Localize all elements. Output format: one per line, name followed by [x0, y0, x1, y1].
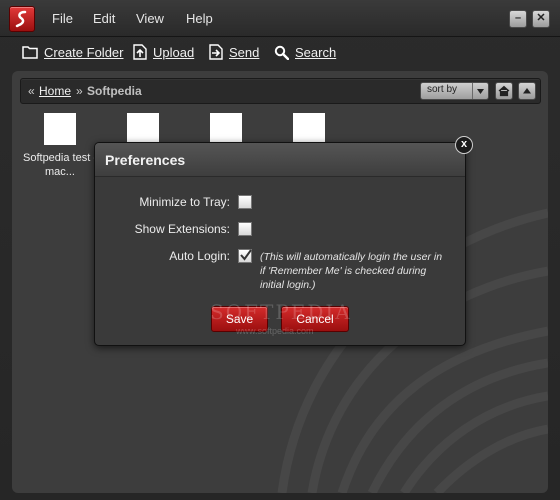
toolbar: Create Folder Upload Send Search: [0, 37, 560, 67]
folder-icon: [22, 46, 38, 59]
create-folder-button[interactable]: Create Folder: [22, 43, 123, 61]
close-icon: x: [460, 138, 468, 150]
show-extensions-checkbox[interactable]: [238, 222, 252, 236]
arrow-up-icon: [523, 88, 531, 94]
menu-edit[interactable]: Edit: [93, 11, 115, 26]
minimize-button[interactable]: –: [509, 10, 527, 28]
home-button[interactable]: [495, 82, 513, 100]
chevron-down-icon: [472, 83, 488, 99]
upload-label: Upload: [153, 44, 195, 60]
show-extensions-label: Show Extensions:: [134, 222, 230, 236]
cancel-button[interactable]: Cancel: [281, 306, 349, 332]
file-thumbnail: [44, 113, 76, 145]
dialog-header: Preferences: [95, 143, 465, 177]
search-label: Search: [295, 44, 337, 60]
menu-file[interactable]: File: [52, 11, 73, 26]
send-label: Send: [229, 44, 260, 60]
upload-icon: [133, 44, 147, 60]
dialog-close-button[interactable]: x: [455, 136, 473, 154]
breadcrumb: « Home » Softpedia sort by: [20, 78, 541, 104]
home-icon: [498, 85, 510, 97]
close-icon: ✕: [536, 12, 546, 24]
file-thumbnail: [127, 113, 159, 145]
auto-login-checkbox[interactable]: [238, 249, 252, 263]
menu-view[interactable]: View: [136, 11, 164, 26]
close-window-button[interactable]: ✕: [532, 10, 550, 28]
save-button[interactable]: Save: [211, 306, 268, 332]
send-button[interactable]: Send: [209, 43, 259, 61]
minimize-to-tray-label: Minimize to Tray:: [139, 195, 230, 209]
file-thumbnail: [210, 113, 242, 145]
breadcrumb-current: Softpedia: [87, 84, 142, 98]
dialog-title: Preferences: [105, 152, 186, 168]
upload-button[interactable]: Upload: [133, 43, 194, 61]
app-logo-icon: [9, 6, 35, 32]
create-folder-label: Create Folder: [44, 44, 124, 60]
send-icon: [209, 44, 223, 60]
file-thumbnail: [293, 113, 325, 145]
minimize-icon: –: [514, 12, 522, 24]
app-window: File Edit View Help – ✕ Create Folder Up…: [0, 0, 560, 500]
sort-select[interactable]: sort by: [420, 82, 489, 100]
menubar: File Edit View Help – ✕: [0, 0, 560, 37]
preferences-dialog: Preferences Minimize to Tray: Show Exten…: [94, 142, 466, 346]
breadcrumb-separator: »: [76, 84, 83, 98]
search-icon: [274, 45, 289, 60]
auto-login-note: (This will automatically login the user …: [260, 251, 443, 291]
up-level-button[interactable]: [518, 82, 536, 100]
menu-help[interactable]: Help: [186, 11, 213, 26]
file-name: Softpedia test - mac...: [23, 152, 97, 178]
sort-select-value: sort by: [427, 84, 458, 95]
breadcrumb-home-link[interactable]: Home: [39, 84, 71, 98]
minimize-to-tray-checkbox[interactable]: [238, 195, 252, 209]
search-button[interactable]: Search: [274, 43, 336, 61]
auto-login-label: Auto Login:: [169, 249, 230, 263]
file-item[interactable]: Softpedia test - mac...: [15, 113, 105, 179]
checkmark-icon: [240, 249, 252, 261]
breadcrumb-prefix: «: [28, 84, 35, 98]
